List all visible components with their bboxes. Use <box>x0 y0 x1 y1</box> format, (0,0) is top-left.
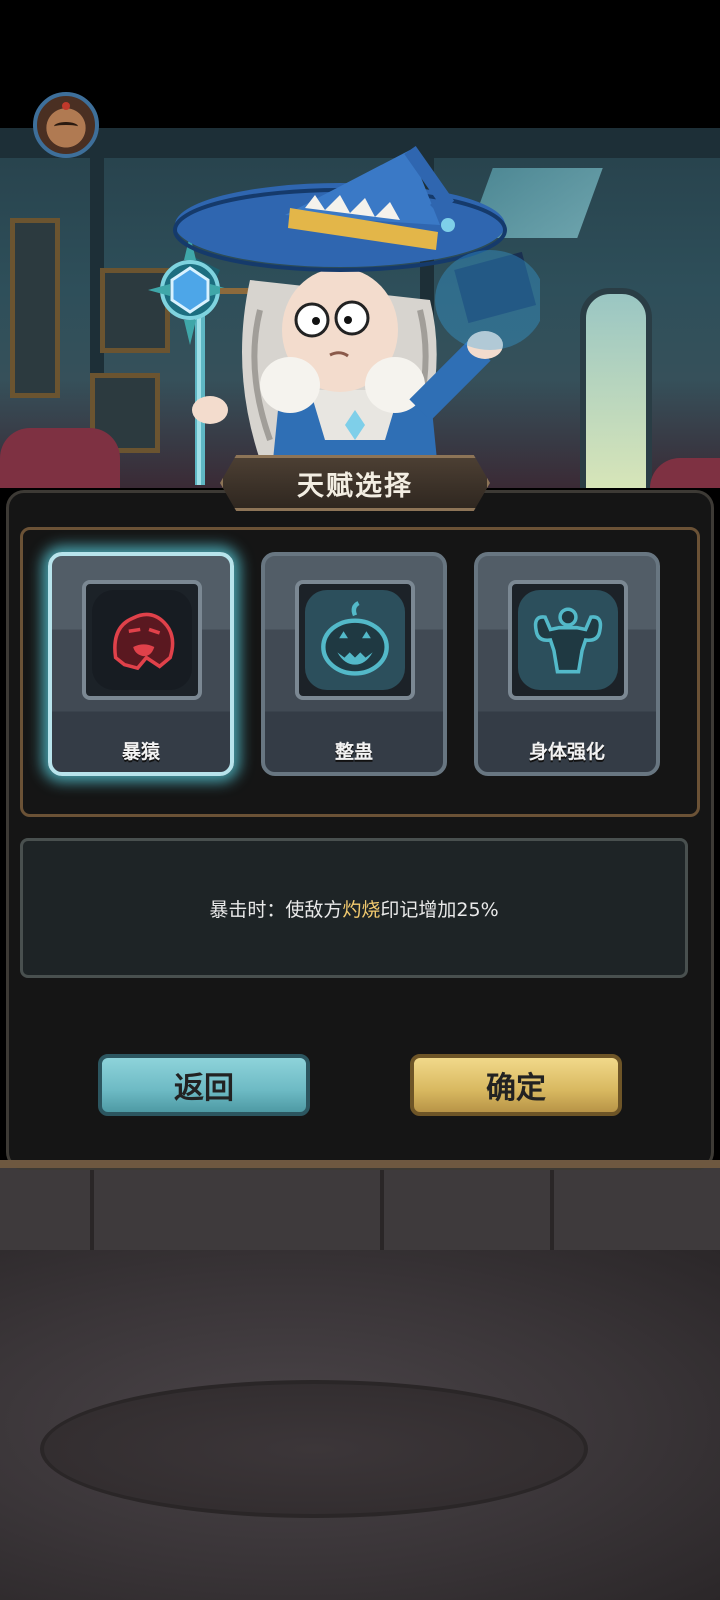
talent-card-body-strengthen[interactable]: 身体强化 <box>474 552 660 776</box>
talent-description-box: 暴击时：使敌方灼烧印记增加25% <box>20 838 688 978</box>
pumpkin-icon <box>305 590 405 690</box>
description-highlight: 灼烧 <box>342 898 381 921</box>
description-prefix: 暴击时：使敌方 <box>209 898 343 921</box>
dialog-title-plate: 天赋选择 <box>220 455 490 511</box>
talent-card-gorilla[interactable]: 暴猿 <box>48 552 234 776</box>
floor-pit <box>40 1380 588 1518</box>
talent-icon-frame <box>295 580 415 700</box>
description-suffix: 印记增加25% <box>380 898 499 921</box>
confirm-button[interactable]: 确定 <box>410 1054 622 1116</box>
muscle-icon <box>518 590 618 690</box>
talent-card-pumpkin[interactable]: 整蛊 <box>261 552 447 776</box>
top-bar <box>0 0 720 128</box>
talent-label-body-strengthen: 身体强化 <box>528 741 605 763</box>
wizard-character <box>148 145 540 490</box>
talent-description: 暴击时：使敌方灼烧印记增加25% <box>209 895 498 922</box>
dialog-bottom-trim <box>0 1160 720 1168</box>
talent-label-gorilla: 暴猿 <box>121 741 160 763</box>
talent-icon-frame <box>508 580 628 700</box>
back-button[interactable]: 返回 <box>98 1054 310 1116</box>
talent-icon-frame <box>82 580 202 700</box>
floor-wall <box>0 1160 720 1254</box>
gorilla-icon <box>92 590 192 690</box>
talent-label-pumpkin: 整蛊 <box>334 741 373 763</box>
dialog-title: 天赋选择 <box>297 470 413 502</box>
player-avatar[interactable] <box>33 92 99 158</box>
